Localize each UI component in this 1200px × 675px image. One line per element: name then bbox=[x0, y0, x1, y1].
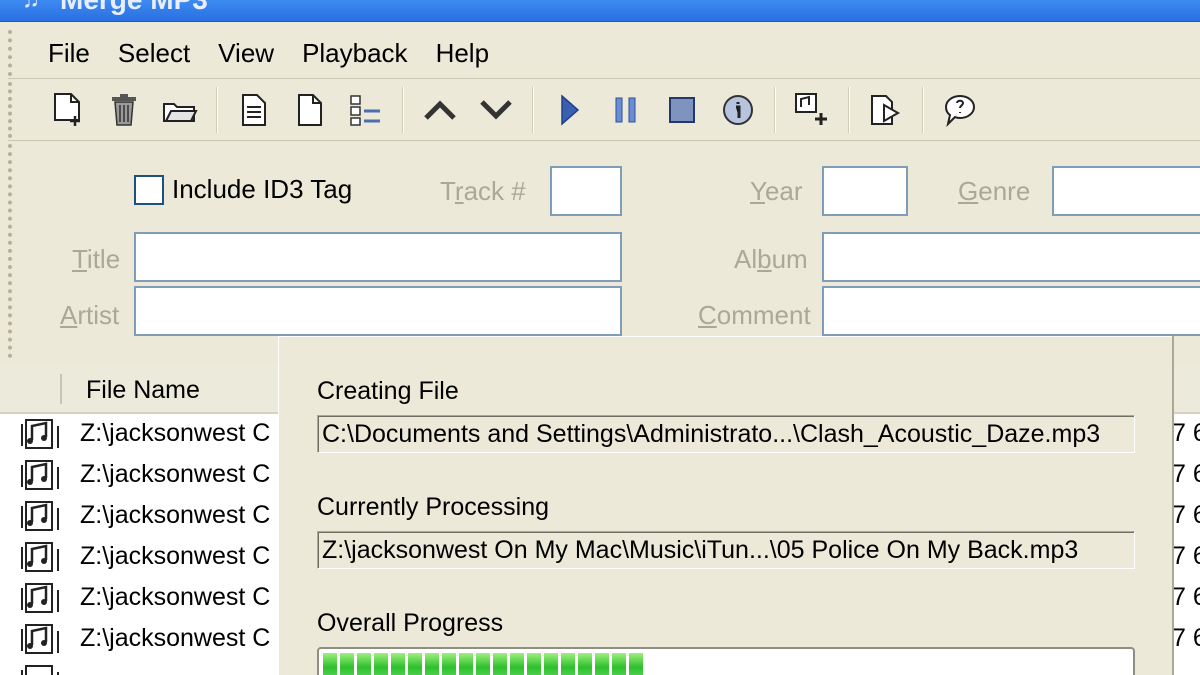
audio-file-icon bbox=[21, 583, 59, 613]
column-file-name[interactable]: File Name bbox=[86, 376, 200, 405]
file-path: Z:\jacksonwest C bbox=[80, 501, 271, 529]
file-path: Z:\jacksonwest C bbox=[80, 460, 271, 488]
row-extra: 7 6 bbox=[1172, 542, 1200, 570]
overall-progress-label: Overall Progress bbox=[317, 609, 504, 637]
toolbar-divider bbox=[8, 140, 1200, 141]
progress-segment bbox=[476, 653, 490, 675]
move-up-icon[interactable] bbox=[418, 88, 462, 132]
progress-segment bbox=[561, 653, 575, 675]
creating-file-value: C:\Documents and Settings\Administrato..… bbox=[317, 415, 1135, 453]
artist-label: Artist bbox=[60, 300, 120, 330]
toolbar-separator bbox=[216, 87, 218, 133]
menu-help[interactable]: Help bbox=[436, 38, 489, 69]
help-icon[interactable] bbox=[938, 88, 982, 132]
app-icon: ♫ bbox=[22, 0, 46, 12]
row-extra: 7 6 bbox=[1172, 460, 1200, 488]
row-extra: 7 6 bbox=[1172, 419, 1200, 447]
file-path: Z:\jacksonwest C bbox=[80, 624, 271, 652]
title-bar: ♫ Merge MP3 bbox=[0, 0, 1200, 22]
menu-divider bbox=[8, 78, 1200, 79]
album-label: Album bbox=[734, 244, 808, 274]
column-divider[interactable] bbox=[60, 374, 62, 404]
progress-segment bbox=[595, 653, 609, 675]
audio-file-icon bbox=[21, 665, 59, 675]
genre-field[interactable] bbox=[1052, 166, 1200, 216]
year-label: Year bbox=[750, 176, 803, 206]
progress-segment bbox=[459, 653, 473, 675]
comment-field[interactable] bbox=[822, 286, 1200, 336]
progress-segment bbox=[578, 653, 592, 675]
creating-file-label: Creating File bbox=[317, 377, 459, 405]
overall-progress-bar bbox=[317, 647, 1135, 675]
progress-segment bbox=[357, 653, 371, 675]
toolbar-separator bbox=[532, 87, 534, 133]
progress-dialog: Creating File C:\Documents and Settings\… bbox=[278, 336, 1172, 675]
menu-view[interactable]: View bbox=[218, 38, 274, 69]
progress-segment bbox=[527, 653, 541, 675]
audio-file-icon bbox=[21, 542, 59, 572]
file-path: Z:\jacksonwest C bbox=[80, 542, 271, 570]
currently-processing-label: Currently Processing bbox=[317, 493, 550, 521]
menu-bar: File Select View Playback Help bbox=[8, 30, 1200, 76]
artist-field[interactable] bbox=[134, 286, 622, 336]
toolbar-separator bbox=[774, 87, 776, 133]
progress-segment bbox=[544, 653, 558, 675]
row-extra: 7 6 bbox=[1172, 501, 1200, 529]
audio-file-icon bbox=[21, 419, 59, 449]
title-label: Title bbox=[72, 244, 121, 274]
stop-icon[interactable] bbox=[660, 88, 704, 132]
toolbar-separator bbox=[922, 87, 924, 133]
progress-fill bbox=[323, 653, 646, 675]
delete-icon[interactable] bbox=[102, 88, 146, 132]
audio-file-icon bbox=[21, 501, 59, 531]
menu-file[interactable]: File bbox=[48, 38, 90, 69]
progress-segment bbox=[612, 653, 626, 675]
track-label: Track # bbox=[440, 176, 526, 206]
progress-segment bbox=[340, 653, 354, 675]
export-icon[interactable] bbox=[864, 88, 908, 132]
progress-segment bbox=[442, 653, 456, 675]
progress-segment bbox=[391, 653, 405, 675]
copy-icon[interactable] bbox=[232, 88, 276, 132]
file-path: Z:\jacksonwest C bbox=[80, 419, 271, 447]
file-path: Z:\jacksonwest C bbox=[80, 583, 271, 611]
id3-panel: Include ID3 Tag Track # Year Genre Title… bbox=[8, 144, 1200, 358]
move-down-icon[interactable] bbox=[474, 88, 518, 132]
include-id3-label: Include ID3 Tag bbox=[172, 174, 353, 204]
progress-segment bbox=[408, 653, 422, 675]
track-number-field[interactable] bbox=[550, 166, 622, 216]
audio-file-icon bbox=[21, 624, 59, 654]
row-extra: 7 6 bbox=[1172, 624, 1200, 652]
toolbar-separator bbox=[848, 87, 850, 133]
progress-segment bbox=[425, 653, 439, 675]
progress-segment bbox=[323, 653, 337, 675]
add-file-icon[interactable] bbox=[46, 88, 90, 132]
progress-segment bbox=[629, 653, 643, 675]
currently-processing-value: Z:\jacksonwest On My Mac\Music\iTun...\0… bbox=[317, 531, 1135, 569]
include-id3-option[interactable]: Include ID3 Tag bbox=[134, 174, 352, 205]
year-field[interactable] bbox=[822, 166, 908, 216]
progress-segment bbox=[374, 653, 388, 675]
genre-label: Genre bbox=[958, 176, 1031, 206]
list-options-icon[interactable] bbox=[344, 88, 388, 132]
row-extra: 7 6 bbox=[1172, 583, 1200, 611]
title-field[interactable] bbox=[134, 232, 622, 282]
audio-file-icon bbox=[21, 460, 59, 490]
menu-select[interactable]: Select bbox=[118, 38, 190, 69]
info-icon[interactable] bbox=[716, 88, 760, 132]
comment-label: Comment bbox=[698, 300, 811, 330]
play-icon[interactable] bbox=[548, 88, 592, 132]
open-folder-icon[interactable] bbox=[158, 88, 202, 132]
toolbar bbox=[8, 82, 1200, 138]
menu-playback[interactable]: Playback bbox=[302, 38, 408, 69]
include-id3-checkbox[interactable] bbox=[134, 174, 164, 205]
window-title: Merge MP3 bbox=[60, 0, 208, 16]
pause-icon[interactable] bbox=[604, 88, 648, 132]
merge-icon[interactable] bbox=[790, 88, 834, 132]
new-document-icon[interactable] bbox=[288, 88, 332, 132]
progress-segment bbox=[510, 653, 524, 675]
album-field[interactable] bbox=[822, 232, 1200, 282]
progress-segment bbox=[493, 653, 507, 675]
toolbar-separator bbox=[402, 87, 404, 133]
